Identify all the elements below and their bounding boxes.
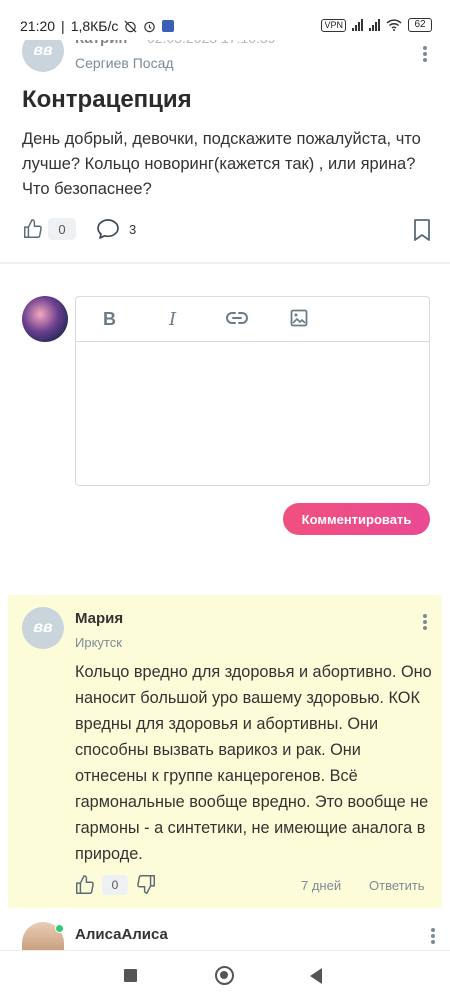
- home-icon[interactable]: [215, 966, 234, 985]
- next-comment-more-icon[interactable]: [430, 926, 436, 946]
- like-count: 0: [48, 218, 76, 240]
- post-body: День добрый, девочки, подскажите пожалуй…: [22, 130, 421, 198]
- bold-button[interactable]: B: [103, 309, 116, 330]
- comment-more-icon[interactable]: [422, 612, 428, 632]
- image-icon[interactable]: [290, 309, 308, 327]
- alarm-off-icon: [124, 20, 137, 32]
- comment-time: 7 дней: [301, 878, 342, 893]
- status-right: VPN 62: [321, 18, 432, 32]
- vpn-badge: VPN: [321, 18, 346, 32]
- post-city: Сергиев Посад: [75, 55, 174, 71]
- status-time: 21:20: [20, 18, 56, 34]
- navigation-bar: [0, 950, 450, 1000]
- signal-icon: [352, 19, 363, 31]
- comment-author[interactable]: Мария: [75, 610, 123, 627]
- alarm-icon: [144, 21, 156, 32]
- submit-comment-button[interactable]: Комментировать: [283, 503, 430, 535]
- comment-count: 3: [129, 222, 137, 237]
- status-separator: |: [61, 18, 65, 34]
- bookmark-icon[interactable]: [412, 218, 432, 242]
- battery-icon: 62: [408, 18, 432, 32]
- next-comment-author[interactable]: АлисаАлиса: [75, 926, 168, 943]
- post-more-icon[interactable]: [422, 44, 428, 64]
- like-icon[interactable]: [22, 218, 44, 240]
- wifi-icon: [386, 19, 402, 31]
- status-network-speed: 1,8КБ/с: [70, 18, 119, 34]
- status-bar: 21:20 | 1,8КБ/с VPN 62: [0, 0, 450, 40]
- comment-textarea[interactable]: [76, 342, 429, 485]
- comment-like-count: 0: [102, 875, 128, 895]
- shield-icon: [162, 20, 175, 32]
- signal-icon-2: [369, 19, 380, 31]
- comment-actions: 0 7 дней Ответить: [74, 873, 434, 899]
- comment-like-icon[interactable]: [74, 874, 96, 896]
- current-user-avatar: [22, 296, 68, 342]
- comment-editor: B I: [75, 296, 430, 486]
- editor-toolbar: B I: [76, 297, 429, 342]
- link-icon[interactable]: [226, 311, 248, 325]
- reply-link[interactable]: Ответить: [369, 878, 425, 893]
- comment-avatar[interactable]: вв: [22, 607, 64, 649]
- post-title: Контрацепция: [22, 86, 192, 113]
- recents-icon[interactable]: [124, 969, 137, 982]
- italic-button[interactable]: I: [169, 309, 176, 330]
- status-left: 21:20 | 1,8КБ/с: [20, 18, 175, 34]
- comment-text: Кольцо вредно для здоровья и абортивно. …: [75, 663, 432, 863]
- back-icon[interactable]: [310, 968, 322, 984]
- online-indicator: [55, 924, 64, 933]
- section-divider: [0, 262, 450, 264]
- post-actions: 0 3: [22, 216, 432, 246]
- comment-card: вв Мария Иркутск Кольцо вредно для здоро…: [8, 595, 442, 908]
- dislike-icon[interactable]: [135, 873, 157, 895]
- comment-icon[interactable]: [96, 218, 120, 240]
- comment-city: Иркутск: [75, 635, 122, 650]
